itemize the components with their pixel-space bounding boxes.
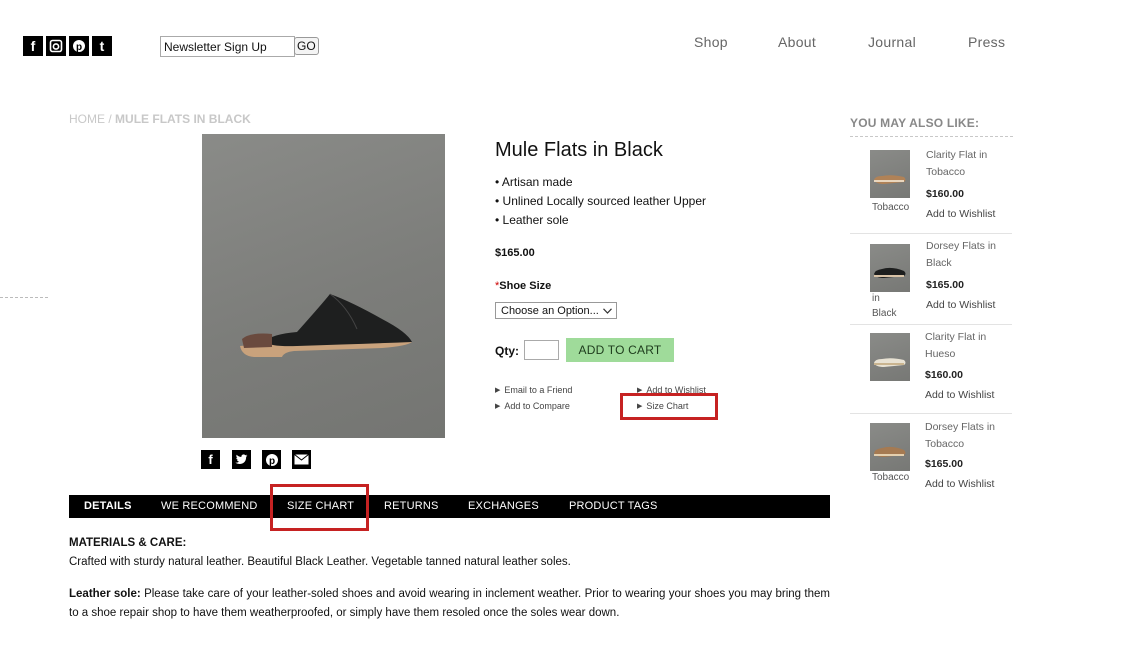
product-title: Mule Flats in Black — [495, 139, 663, 161]
related-product-thumbnail[interactable] — [870, 244, 910, 292]
materials-heading: MATERIALS & CARE: — [69, 537, 187, 549]
related-product-thumbnail[interactable] — [870, 150, 910, 198]
materials-text: Crafted with sturdy natural leather. Bea… — [69, 556, 571, 568]
nav-press[interactable]: Press — [968, 34, 1005, 50]
product-image[interactable] — [202, 134, 445, 438]
related-caption: Tobacco — [872, 202, 910, 213]
add-to-compare-link[interactable]: ▶ Add to Compare — [495, 401, 570, 411]
divider — [850, 413, 1012, 414]
also-like-heading: YOU MAY ALSO LIKE: — [850, 116, 980, 130]
triangle-right-icon: ▶ — [495, 387, 501, 394]
facebook-icon[interactable]: f — [23, 36, 43, 56]
related-product-thumbnail[interactable] — [870, 423, 910, 471]
shoe-size-select[interactable]: Choose an Option... — [495, 302, 617, 319]
nav-journal[interactable]: Journal — [868, 34, 916, 50]
related-add-to-wishlist[interactable]: Add to Wishlist — [926, 208, 995, 220]
related-product-price: $160.00 — [926, 188, 964, 200]
tab-details[interactable]: DETAILS — [84, 495, 132, 518]
related-product-name[interactable]: Clarity Flat in Hueso — [925, 329, 1007, 363]
triangle-right-icon: ▶ — [495, 403, 501, 410]
related-product-name[interactable]: Clarity Flat in Tobacco — [926, 147, 1008, 181]
email-friend-link[interactable]: ▶ Email to a Friend — [495, 385, 572, 395]
newsletter-input[interactable] — [160, 36, 295, 57]
qty-label: Qty: — [495, 344, 519, 358]
size-chart-tab-highlight — [270, 484, 369, 531]
related-product-price: $165.00 — [925, 458, 963, 470]
nav-shop[interactable]: Shop — [694, 34, 728, 50]
add-to-cart-button[interactable]: ADD TO CART — [566, 338, 674, 362]
related-product-name[interactable]: Dorsey Flats in Black — [926, 238, 1008, 272]
pinterest-icon[interactable]: p — [69, 36, 89, 56]
social-icons: f p t — [23, 36, 112, 56]
size-chart-link-highlight — [620, 393, 718, 420]
related-caption: in Black — [872, 293, 897, 319]
feature-item: • Leather sole — [495, 213, 569, 227]
share-pinterest-icon[interactable]: p — [262, 450, 281, 469]
related-product-name[interactable]: Dorsey Flats in Tobacco — [925, 419, 1007, 453]
tab-exchanges[interactable]: EXCHANGES — [468, 495, 539, 518]
feature-item: • Artisan made — [495, 175, 573, 189]
shoe-size-select-value: Choose an Option... — [501, 304, 599, 317]
divider — [850, 136, 1013, 137]
instagram-icon[interactable] — [46, 36, 66, 56]
product-price: $165.00 — [495, 247, 535, 259]
feature-item: • Unlined Locally sourced leather Upper — [495, 194, 706, 208]
related-add-to-wishlist[interactable]: Add to Wishlist — [925, 478, 994, 490]
tab-we-recommend[interactable]: WE RECOMMEND — [161, 495, 258, 518]
shoe-size-label: *Shoe Size — [495, 280, 552, 292]
leather-sole-text: Leather sole: Please take care of your l… — [69, 588, 830, 619]
breadcrumb-home[interactable]: HOME — [69, 112, 105, 126]
chevron-down-icon — [603, 307, 612, 314]
related-product-thumbnail[interactable] — [870, 333, 910, 381]
svg-text:p: p — [76, 42, 82, 53]
breadcrumb-current: MULE FLATS IN BLACK — [115, 112, 251, 126]
share-facebook-icon[interactable]: f — [201, 450, 220, 469]
leather-sole-label: Leather sole: — [69, 588, 141, 600]
nav-about[interactable]: About — [778, 34, 816, 50]
breadcrumb-separator: / — [108, 112, 112, 126]
tab-returns[interactable]: RETURNS — [384, 495, 439, 518]
related-add-to-wishlist[interactable]: Add to Wishlist — [926, 299, 995, 311]
newsletter-go-button[interactable]: GO — [294, 37, 319, 55]
related-add-to-wishlist[interactable]: Add to Wishlist — [925, 389, 994, 401]
product-features: • Artisan made • Unlined Locally sourced… — [495, 173, 706, 230]
divider — [850, 324, 1012, 325]
tab-product-tags[interactable]: PRODUCT TAGS — [569, 495, 658, 518]
divider — [850, 233, 1012, 234]
share-email-icon[interactable] — [292, 450, 311, 469]
related-product-price: $165.00 — [926, 279, 964, 291]
related-caption: Tobacco — [872, 472, 910, 483]
tumblr-icon[interactable]: t — [92, 36, 112, 56]
share-twitter-icon[interactable] — [232, 450, 251, 469]
qty-input[interactable] — [524, 340, 559, 360]
related-product-price: $160.00 — [925, 369, 963, 381]
svg-text:p: p — [268, 456, 274, 467]
breadcrumb: HOME / MULE FLATS IN BLACK — [69, 112, 251, 126]
divider — [0, 297, 48, 298]
